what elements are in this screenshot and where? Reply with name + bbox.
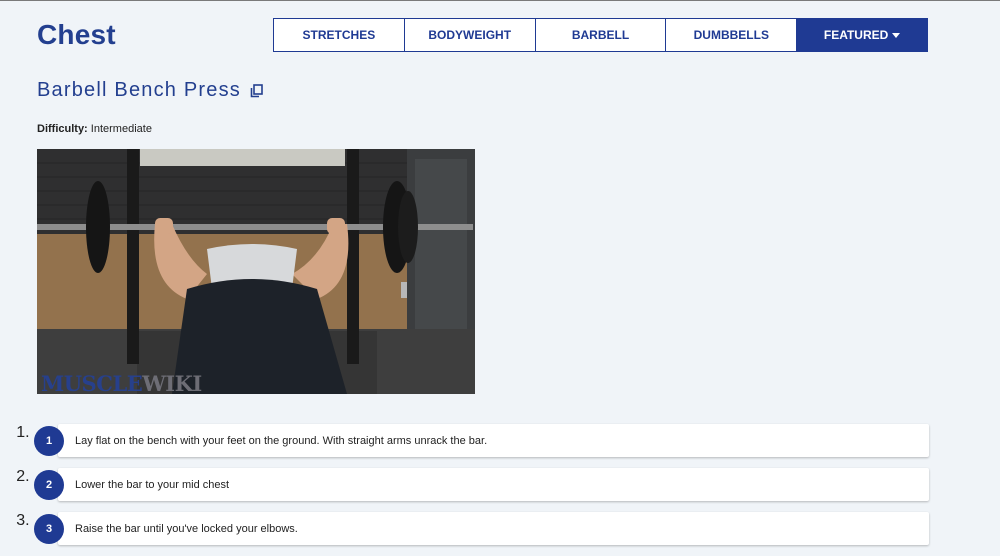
step-text: Lay flat on the bench with your feet on … [58,424,929,457]
tab-bodyweight[interactable]: BODYWEIGHT [405,19,536,51]
list-item: 3 Raise the bar until you've locked your… [34,512,929,546]
step-text: Raise the bar until you've locked your e… [58,512,929,545]
list-item: 1 Lay flat on the bench with your feet o… [34,424,929,458]
exercise-video[interactable]: MUSCLEWIKI [37,149,475,394]
watermark-muscle: MUSCLE [41,371,142,394]
instruction-steps: 1 Lay flat on the bench with your feet o… [34,424,929,556]
step-number: 2 [34,470,64,500]
watermark-wiki: WIKI [141,371,201,394]
tab-featured-label: FEATURED [823,28,889,42]
difficulty-value: Intermediate [90,123,152,135]
svg-text:MUSCLEWIKI: MUSCLEWIKI [41,371,202,394]
category-tabs: STRETCHES BODYWEIGHT BARBELL DUMBBELLS F… [273,18,928,52]
tab-featured[interactable]: FEATURED [797,19,927,51]
caret-down-icon [892,32,901,38]
exercise-title-row: Barbell Bench Press [37,79,263,102]
video-frame: MUSCLEWIKI [37,149,475,394]
tab-dumbbells[interactable]: DUMBBELLS [666,19,798,51]
difficulty-label: Difficulty: [37,123,88,135]
step-text: Lower the bar to your mid chest [58,468,929,501]
tab-barbell[interactable]: BARBELL [536,19,667,51]
copy-icon[interactable] [250,83,263,98]
page-title: Chest [37,19,116,50]
step-number: 3 [34,514,64,544]
tab-stretches[interactable]: STRETCHES [274,19,405,51]
exercise-title: Barbell Bench Press [37,79,242,101]
step-number: 1 [34,426,64,456]
difficulty: Difficulty: Intermediate [37,123,152,135]
list-item: 2 Lower the bar to your mid chest [34,468,929,502]
